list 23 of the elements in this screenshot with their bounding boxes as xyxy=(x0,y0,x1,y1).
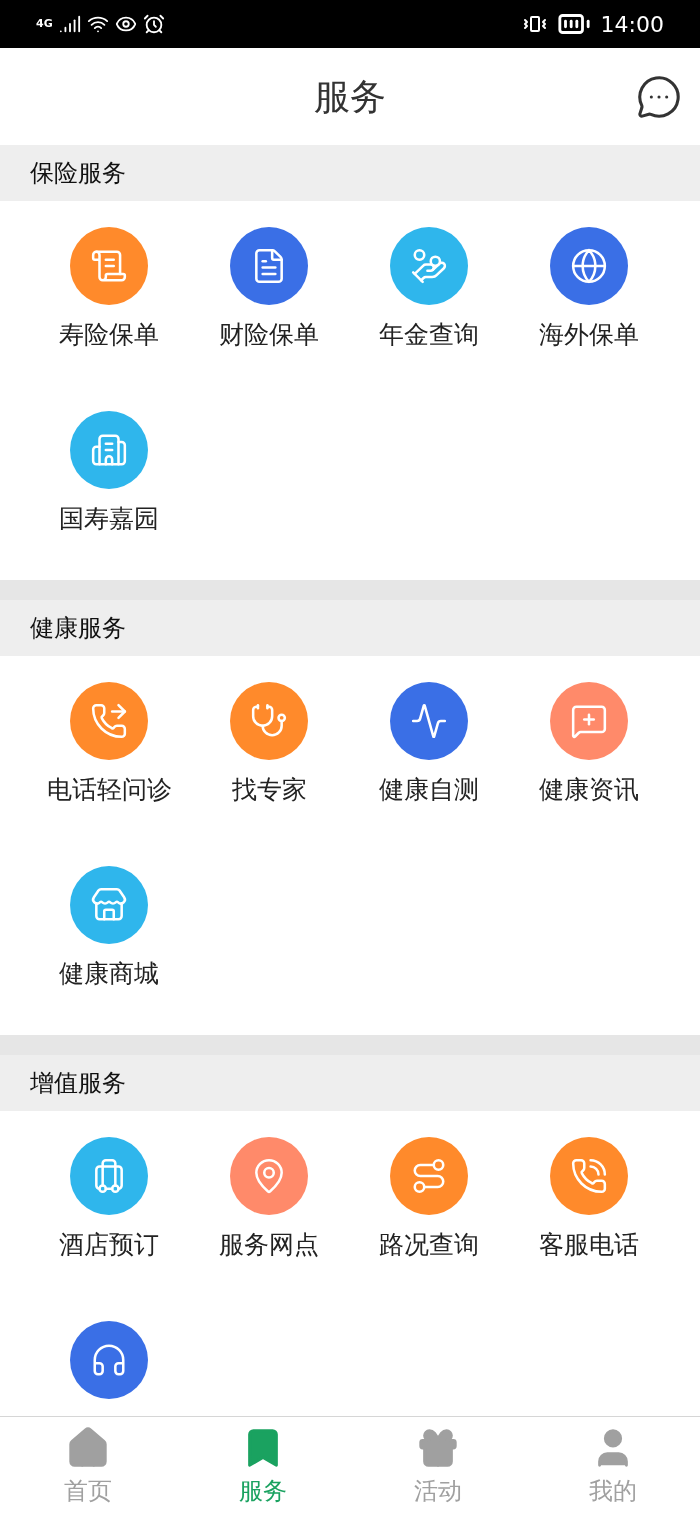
network-label: 4G xyxy=(36,15,53,32)
service-label[interactable]: 客服电话 xyxy=(539,1229,639,1261)
service-label[interactable]: 海外保单 xyxy=(539,319,639,351)
message-icon[interactable] xyxy=(636,74,682,120)
page-title: 服务 xyxy=(314,74,386,119)
service-label[interactable]: 健康商城 xyxy=(59,958,159,990)
service-label[interactable]: 电话轻问诊 xyxy=(46,774,172,806)
service-label[interactable]: 服务网点 xyxy=(219,1229,319,1261)
section-title: 保险服务 xyxy=(30,158,126,189)
service-label[interactable]: 酒店预订 xyxy=(59,1229,159,1261)
service-label[interactable]: 路况查询 xyxy=(379,1229,479,1261)
section-title: 健康服务 xyxy=(30,613,126,644)
service-label[interactable]: 健康自测 xyxy=(379,774,479,806)
service-label[interactable]: 找专家 xyxy=(231,774,307,806)
service-label[interactable]: 财险保单 xyxy=(219,319,319,351)
service-label[interactable]: 年金查询 xyxy=(379,319,479,351)
service-label[interactable]: 国寿嘉园 xyxy=(59,503,159,535)
signal-icon xyxy=(58,13,81,35)
service-label[interactable]: 健康资讯 xyxy=(539,774,639,806)
section-title: 增值服务 xyxy=(30,1068,126,1099)
alarm-icon xyxy=(142,13,165,35)
clock-time: 14:00 xyxy=(600,10,664,39)
service-label[interactable]: 寿险保单 xyxy=(59,319,159,351)
